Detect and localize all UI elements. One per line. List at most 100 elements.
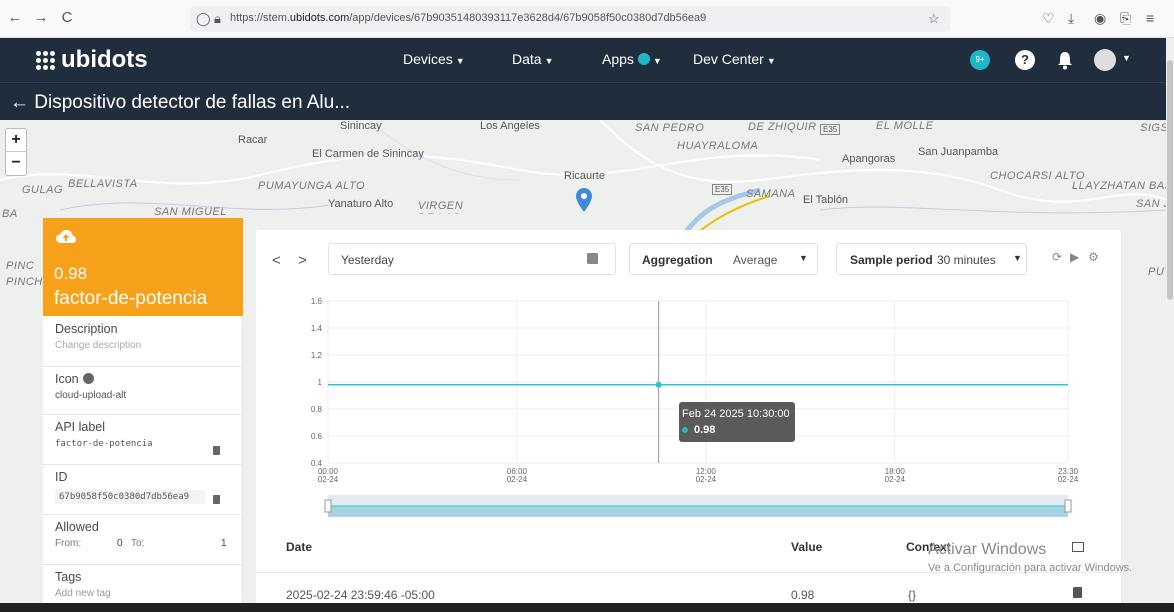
map-label: BELLAVISTA [68, 178, 138, 190]
divider [43, 564, 243, 565]
map-label: PINC [6, 260, 35, 272]
id-label: ID [55, 470, 68, 484]
shield-icon: ◯ [196, 11, 211, 26]
variable-last-value: 0.98 [54, 264, 88, 283]
x-tick-date: 02-24 [696, 475, 717, 484]
series-dot-icon [682, 427, 688, 433]
api-label-section: API label factor-de-potencia [55, 420, 153, 449]
copy-icon[interactable] [213, 495, 220, 504]
forward-icon[interactable]: → [32, 9, 50, 26]
pocket-icon[interactable]: ♡ [1042, 10, 1055, 27]
reload-icon[interactable]: C [58, 9, 76, 26]
api-label-value[interactable]: factor-de-potencia [55, 439, 153, 449]
copy-icon[interactable] [213, 446, 220, 455]
x-tick-date: 02-24 [318, 475, 339, 484]
menu-apps[interactable]: Apps ▼ [602, 51, 662, 67]
map-label: GULAG [22, 184, 64, 196]
bell-icon[interactable] [1056, 50, 1074, 70]
extensions-icon[interactable]: ⎘ [1120, 10, 1131, 27]
tags-label: Tags [55, 570, 82, 584]
map-label: PUMAYUNGA ALTO [258, 180, 366, 192]
variable-card: 0.98 factor-de-potencia [43, 218, 243, 316]
info-icon[interactable] [82, 373, 94, 385]
map-label: Los Angeles [480, 120, 540, 132]
map-label: HUAYRALOMA [677, 140, 759, 152]
description-section: Description Change description [55, 322, 141, 351]
column-header-date[interactable]: Date [286, 540, 312, 554]
variable-details-panel: Description Change description Icon clou… [43, 316, 243, 612]
account-icon[interactable]: ◉ [1094, 10, 1106, 27]
bookmark-star-icon[interactable]: ☆ [928, 11, 940, 27]
browser-toolbar: ← → C ◯ 🔒︎ https://stem.ubidots.com/app/… [0, 0, 1174, 38]
to-value[interactable]: 1 [221, 538, 227, 549]
range-selection [328, 506, 1068, 517]
divider [43, 366, 243, 367]
description-input[interactable]: Change description [55, 340, 141, 351]
divider [43, 464, 243, 465]
road-sign: E35 [712, 184, 733, 195]
map-label: VIRGEN DE LAS NIEVES [418, 200, 464, 214]
caret-down-icon: ▼ [652, 56, 662, 66]
line-chart[interactable]: 1.61.41.210.80.60.400:0002-2406:0002-241… [256, 230, 1121, 530]
row-value: 0.98 [791, 588, 815, 602]
address-bar[interactable]: ◯ 🔒︎ https://stem.ubidots.com/app/device… [190, 6, 950, 32]
row-date: 2025-02-24 23:59:46 -05:00 [286, 588, 435, 602]
app-header: ubidots Devices ▼ Data ▼ Apps ▼ Dev Center ▼ [0, 38, 1174, 82]
tooltip-date: Feb 24 2025 10:30:00 [682, 408, 790, 420]
map-pin-icon[interactable] [576, 188, 592, 212]
hover-point [655, 381, 662, 388]
device-header: ← Dispositivo detector de fallas en Alu.… [0, 82, 1174, 120]
os-taskbar [0, 603, 1174, 612]
logo-dots-icon [36, 50, 55, 70]
map-label: SAMANA [746, 188, 796, 200]
y-tick-label: 1.6 [311, 297, 323, 306]
map-label: PINCH [6, 276, 43, 288]
to-label: To: [131, 538, 145, 549]
device-title[interactable]: ← Dispositivo detector de fallas en Alu.… [10, 92, 350, 114]
map-label: LLAYZHATAN BAJ [1072, 180, 1166, 192]
notifications-count-badge[interactable]: 9+ [970, 50, 990, 70]
y-tick-label: 0.8 [311, 405, 323, 414]
tooltip-value: 0.98 [694, 424, 716, 436]
delete-row-icon[interactable] [1073, 587, 1082, 598]
menu-devices[interactable]: Devices ▼ [403, 51, 465, 67]
back-icon[interactable]: ← [6, 9, 24, 26]
ubidots-logo[interactable]: ubidots [36, 46, 148, 74]
map-label: Racar [238, 134, 268, 146]
tags-input[interactable]: Add new tag [55, 588, 111, 599]
allowed-section: Allowed From: 0 To: 1 [55, 520, 235, 554]
id-value[interactable]: 67b9058f50c0380d7db56ea9 [55, 490, 205, 504]
caret-down-icon[interactable]: ▼ [1122, 53, 1131, 63]
menu-dev-center[interactable]: Dev Center ▼ [693, 51, 776, 67]
column-header-value[interactable]: Value [791, 540, 822, 554]
page-scrollbar-thumb[interactable] [1167, 60, 1173, 300]
windows-activation-title: Activar Windows [928, 541, 1047, 558]
map-zoom-control: + − [5, 128, 27, 176]
columns-icon[interactable] [1072, 542, 1084, 552]
chart-tooltip: Feb 24 2025 10:30:00 0.98 [679, 402, 795, 442]
variable-name[interactable]: factor-de-potencia [54, 288, 207, 310]
help-icon[interactable]: ? [1015, 50, 1035, 70]
menu-icon[interactable]: ≡ [1146, 10, 1154, 26]
from-label: From: [55, 538, 82, 549]
map-label: EL MOLLE [876, 120, 934, 132]
avatar[interactable] [1094, 49, 1116, 71]
map-label: BA [2, 208, 18, 220]
api-label-title: API label [55, 420, 106, 434]
y-tick-label: 1 [318, 378, 323, 387]
menu-data[interactable]: Data ▼ [512, 51, 554, 67]
caret-down-icon: ▼ [766, 56, 776, 66]
caret-down-icon: ▼ [455, 56, 465, 66]
map-label: El Tablón [803, 194, 849, 206]
url-text: https://stem.ubidots.com/app/devices/67b… [230, 12, 707, 24]
divider [43, 514, 243, 515]
icon-value[interactable]: cloud-upload-alt [55, 390, 126, 401]
icon-label: Icon [55, 372, 79, 386]
cloud-upload-icon [56, 230, 76, 243]
zoom-out-button[interactable]: − [6, 152, 26, 175]
divider [43, 414, 243, 415]
map-label: CHOCARSI ALTO [990, 170, 1085, 182]
zoom-in-button[interactable]: + [6, 129, 26, 152]
from-value[interactable]: 0 [117, 538, 123, 549]
download-icon[interactable]: ⤓ [1068, 10, 1074, 27]
